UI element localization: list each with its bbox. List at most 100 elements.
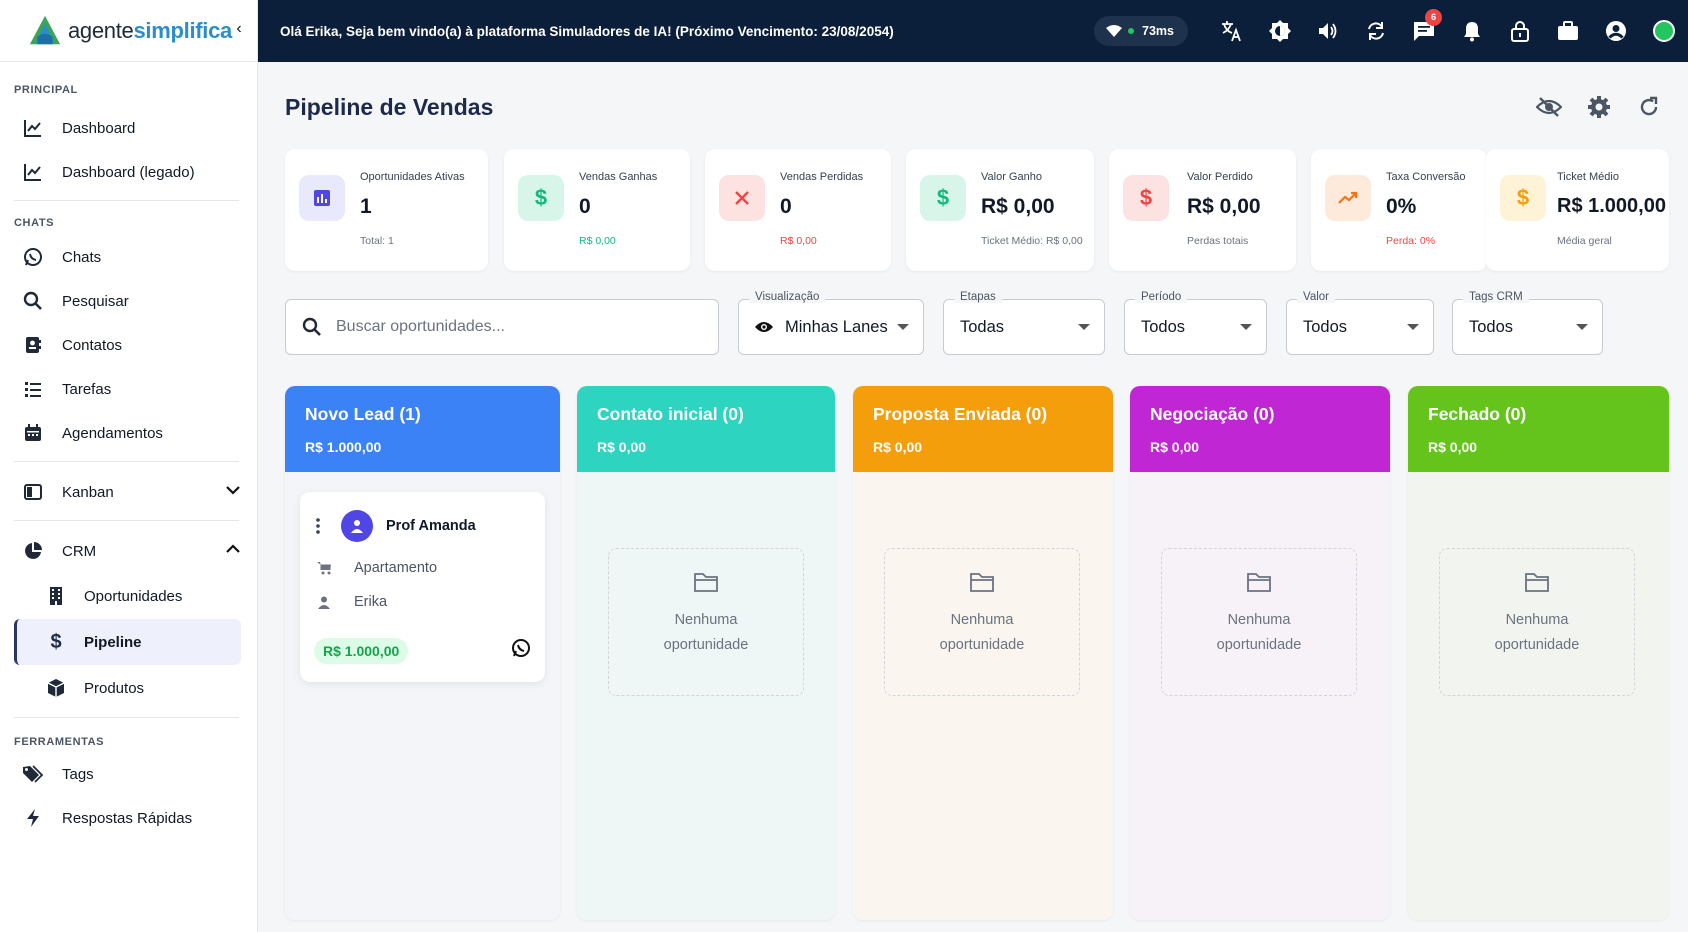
sidebar-item-label: Contatos xyxy=(62,336,123,354)
sidebar-item-label: Pipeline xyxy=(84,633,142,651)
lane-header: Proposta Enviada (0) R$ 0,00 xyxy=(853,386,1113,472)
search-input[interactable] xyxy=(336,318,696,336)
sidebar-item-pesquisar[interactable]: Pesquisar xyxy=(0,279,257,323)
kpi-subtext: Total: 1 xyxy=(360,235,394,247)
messages-icon[interactable]: 6 xyxy=(1400,0,1448,62)
kpi-subtext: Média geral xyxy=(1557,235,1612,247)
avatar xyxy=(341,510,373,542)
sidebar-item-dashboard[interactable]: Dashboard xyxy=(0,106,257,150)
kpi-subtext: R$ 0,00 xyxy=(780,235,817,247)
chevron-down-icon xyxy=(1407,324,1419,330)
contacts-icon xyxy=(22,334,44,356)
lane-body: Prof Amanda Apartamento Erika R$ 1.000,0… xyxy=(285,472,560,920)
empty-state: Nenhuma oportunidade xyxy=(884,548,1080,696)
trending-up-icon xyxy=(1325,175,1371,221)
lane-body: Nenhuma oportunidade xyxy=(853,472,1113,920)
close-icon xyxy=(719,175,765,221)
lane-fechado: Fechado (0) R$ 0,00 Nenhuma oportunidade xyxy=(1408,386,1669,920)
bell-icon[interactable] xyxy=(1448,0,1496,62)
kpi-cards: Oportunidades Ativas 1 Total: 1 $ Vendas… xyxy=(285,149,1669,273)
kpi-label: Oportunidades Ativas xyxy=(360,171,465,183)
valor-select[interactable]: Valor Todos xyxy=(1286,291,1434,355)
kpi-ticket-medio: $ Ticket Médio R$ 1.000,00 Média geral xyxy=(1486,149,1669,271)
empty-text: Nenhuma oportunidade xyxy=(1494,612,1580,653)
opportunity-card[interactable]: Prof Amanda Apartamento Erika R$ 1.000,0… xyxy=(300,492,545,682)
lock-icon[interactable] xyxy=(1496,0,1544,62)
chevron-up-icon[interactable] xyxy=(225,541,241,561)
lane-header: Novo Lead (1) R$ 1.000,00 xyxy=(285,386,560,472)
kpi-value: R$ 1.000,00 xyxy=(1557,195,1666,217)
whatsapp-icon[interactable] xyxy=(511,638,531,663)
bolt-icon xyxy=(22,807,44,829)
lane-total: R$ 0,00 xyxy=(1150,439,1200,455)
sidebar-item-label: Oportunidades xyxy=(84,587,183,605)
card-value-badge: R$ 1.000,00 xyxy=(314,638,409,664)
sidebar-item-tarefas[interactable]: Tarefas xyxy=(0,367,257,411)
lane-title: Fechado (0) xyxy=(1428,404,1527,424)
lane-proposta-enviada: Proposta Enviada (0) R$ 0,00 Nenhuma opo… xyxy=(853,386,1113,920)
pie-chart-icon xyxy=(22,540,44,562)
briefcase-icon[interactable] xyxy=(1544,0,1592,62)
chevron-down-icon[interactable] xyxy=(225,482,241,502)
messages-badge: 6 xyxy=(1425,9,1442,26)
eye-icon xyxy=(755,322,773,332)
tags-icon xyxy=(22,763,44,785)
sidebar-item-produtos[interactable]: Produtos xyxy=(0,665,257,711)
etapas-select[interactable]: Etapas Todas xyxy=(943,291,1105,355)
folder-icon xyxy=(969,571,995,598)
sidebar-item-kanban[interactable]: Kanban xyxy=(0,470,257,514)
sidebar-item-chats[interactable]: Chats xyxy=(0,235,257,279)
kpi-taxa-conversao: Taxa Conversão 0% Perda: 0% xyxy=(1311,149,1487,271)
periodo-select[interactable]: Período Todos xyxy=(1124,291,1267,355)
chevron-down-icon xyxy=(897,324,909,330)
topbar: Olá Erika, Seja bem vindo(a) à plataform… xyxy=(258,0,1688,62)
select-label: Visualização xyxy=(749,291,826,303)
person-icon xyxy=(316,596,332,609)
select-value: Todos xyxy=(1141,317,1186,336)
kpi-value: R$ 0,00 xyxy=(981,195,1055,218)
select-label: Etapas xyxy=(954,291,1002,303)
sidebar-item-tags[interactable]: Tags xyxy=(0,752,257,796)
sidebar-item-respostas-rapidas[interactable]: Respostas Rápidas xyxy=(0,796,257,840)
cart-icon xyxy=(316,561,332,575)
brightness-icon[interactable] xyxy=(1256,0,1304,62)
lane-title: Negociação (0) xyxy=(1150,404,1275,424)
kpi-oportunidades-ativas: Oportunidades Ativas 1 Total: 1 xyxy=(285,149,488,271)
settings-icon[interactable] xyxy=(1586,94,1612,120)
visualizacao-select[interactable]: Visualização Minhas Lanes xyxy=(738,291,924,355)
hide-values-icon[interactable] xyxy=(1536,94,1562,120)
kpi-subtext: Perda: 0% xyxy=(1386,235,1436,247)
tags-crm-select[interactable]: Tags CRM Todos xyxy=(1452,291,1603,355)
translate-icon[interactable] xyxy=(1208,0,1256,62)
sidebar-item-dashboard-legado[interactable]: Dashboard (legado) xyxy=(0,150,257,194)
calendar-icon xyxy=(22,422,44,444)
wifi-icon xyxy=(1106,25,1123,37)
sidebar-item-label: Dashboard (legado) xyxy=(62,163,195,181)
sidebar-item-pipeline[interactable]: $ Pipeline xyxy=(14,619,241,665)
main-content: Pipeline de Vendas Oportunidades Ativas … xyxy=(258,62,1688,932)
bar-chart-icon xyxy=(299,175,345,221)
sidebar-item-contatos[interactable]: Contatos xyxy=(0,323,257,367)
refresh-icon[interactable] xyxy=(1636,94,1662,120)
line-chart-icon xyxy=(22,161,44,183)
logo-icon xyxy=(29,15,61,44)
sync-icon[interactable] xyxy=(1352,0,1400,62)
folder-icon xyxy=(1246,571,1272,598)
sidebar-item-label: CRM xyxy=(62,542,97,560)
kpi-label: Taxa Conversão xyxy=(1386,171,1466,183)
lane-header: Fechado (0) R$ 0,00 xyxy=(1408,386,1669,472)
card-owner-label: Erika xyxy=(354,594,388,610)
status-dot xyxy=(1653,20,1675,42)
sidebar-item-label: Dashboard xyxy=(62,119,136,137)
online-status[interactable] xyxy=(1640,0,1688,62)
sidebar-item-oportunidades[interactable]: Oportunidades xyxy=(0,573,257,619)
user-account-icon[interactable] xyxy=(1592,0,1640,62)
volume-icon[interactable] xyxy=(1304,0,1352,62)
kpi-label: Vendas Perdidas xyxy=(780,171,864,183)
empty-text: Nenhuma oportunidade xyxy=(1216,612,1302,653)
sidebar-item-crm[interactable]: CRM xyxy=(0,529,257,573)
sidebar-item-agendamentos[interactable]: Agendamentos xyxy=(0,411,257,455)
collapse-sidebar-icon[interactable]: ‹ xyxy=(229,20,249,38)
more-vertical-icon[interactable] xyxy=(316,518,320,539)
search-icon xyxy=(302,317,321,336)
